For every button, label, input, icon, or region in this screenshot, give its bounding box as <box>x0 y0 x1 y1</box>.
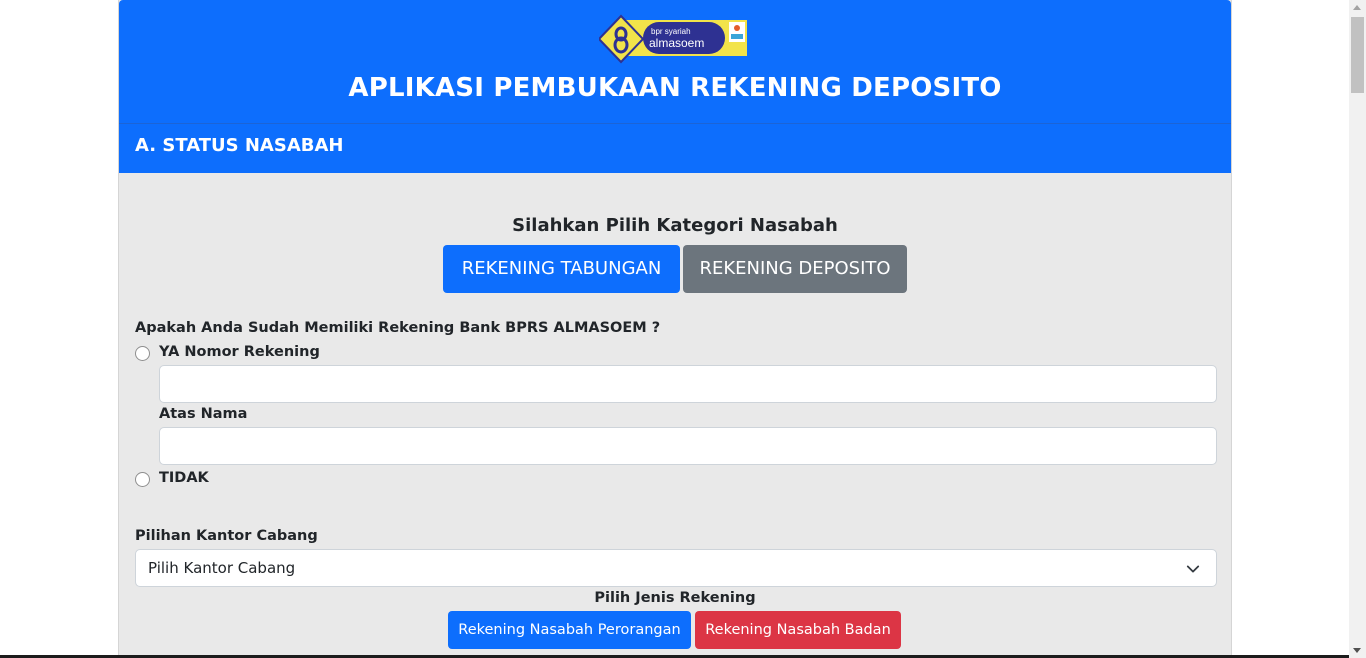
rekening-badan-button[interactable]: Rekening Nasabah Badan <box>695 611 901 649</box>
scroll-thumb[interactable] <box>1351 17 1364 93</box>
tidak-label: TIDAK <box>159 470 209 486</box>
jenis-rekening-title: Pilih Jenis Rekening <box>594 590 756 606</box>
kantor-cabang-label: Pilihan Kantor Cabang <box>135 528 318 544</box>
rekening-perorangan-button[interactable]: Rekening Nasabah Perorangan <box>448 611 691 649</box>
logo-text-brand: almasoem <box>649 36 704 50</box>
app-header: bpr syariah almasoem APLIKASI PEMBUKAAN … <box>119 0 1231 123</box>
vertical-scrollbar[interactable] <box>1349 0 1366 658</box>
kantor-cabang-select[interactable]: Pilih Kantor Cabang <box>135 549 1217 587</box>
category-prompt: Silahkan Pilih Kategori Nasabah <box>512 215 838 236</box>
rekening-deposito-button[interactable]: REKENING DEPOSITO <box>683 245 907 293</box>
page-title: APLIKASI PEMBUKAAN REKENING DEPOSITO <box>348 73 1002 103</box>
scroll-up-icon[interactable] <box>1353 5 1361 10</box>
existing-account-question: Apakah Anda Sudah Memiliki Rekening Bank… <box>135 320 661 336</box>
section-header: A. STATUS NASABAH <box>119 123 1231 173</box>
kantor-cabang-selected: Pilih Kantor Cabang <box>148 559 296 577</box>
atas-nama-label: Atas Nama <box>159 406 248 422</box>
ya-nomor-rekening-label: YA Nomor Rekening <box>159 344 320 360</box>
logo-text-small: bpr syariah <box>651 27 691 36</box>
bank-logo: bpr syariah almasoem <box>599 14 747 64</box>
radio-ya[interactable] <box>135 346 150 361</box>
main-card: bpr syariah almasoem APLIKASI PEMBUKAAN … <box>118 0 1232 658</box>
atas-nama-input[interactable] <box>159 427 1217 465</box>
nomor-rekening-input[interactable] <box>159 365 1217 403</box>
radio-tidak[interactable] <box>135 472 150 487</box>
rekening-tabungan-button[interactable]: REKENING TABUNGAN <box>443 245 680 293</box>
section-title: A. STATUS NASABAH <box>135 135 344 156</box>
chevron-down-icon <box>1186 565 1200 573</box>
scroll-down-icon[interactable] <box>1353 648 1361 653</box>
